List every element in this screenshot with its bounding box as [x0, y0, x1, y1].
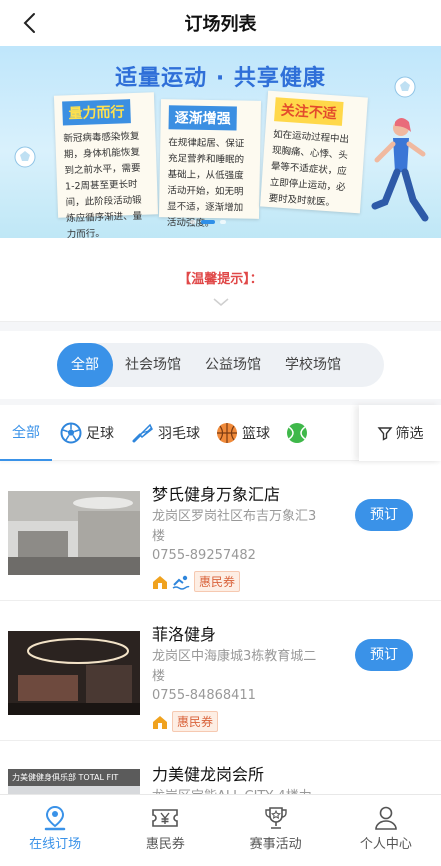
carousel-dot — [190, 220, 196, 224]
venue-name: 梦氏健身万象汇店 — [152, 485, 281, 504]
person-icon — [375, 806, 397, 830]
coupon-badge: 惠民券 — [172, 711, 219, 732]
sport-tab-tennis[interactable] — [278, 405, 316, 461]
page-title: 订场列表 — [184, 14, 257, 35]
back-button[interactable] — [14, 8, 44, 38]
tab-label: 在线订场 — [29, 837, 82, 852]
tab-label: 惠民券 — [145, 837, 185, 852]
banner-card: 关注不适 如在运动过程中出现胸痛、心悸、头晕等不适症状，应立即停止运动，必要时及… — [260, 90, 368, 214]
sport-tab-label: 羽毛球 — [158, 425, 200, 442]
sport-filter-bar: 全部 足球 羽毛球 篮球 筛选 — [0, 405, 441, 461]
banner-card-body: 在规律起居、保证充足营养和睡眠的基础上，从低强度活动开始，如无明显不适，逐渐增加… — [167, 137, 245, 229]
warm-tip-label: 【温馨提示】： — [178, 272, 263, 287]
expand-tip-toggle[interactable] — [0, 297, 441, 313]
section-divider — [0, 321, 441, 331]
sport-tab-basketball[interactable]: 篮球 — [208, 405, 278, 461]
segment-all[interactable]: 全部 — [57, 343, 113, 387]
venue-phone: 0755-89257482 — [152, 548, 256, 563]
carousel-indicator — [190, 220, 226, 224]
banner-card: 量力而行 新冠病毒感染恢复期，身体机能恢复到之前水平，需要1-2周甚至更长时间，… — [53, 92, 159, 238]
banner-card-heading: 量力而行 — [62, 99, 131, 126]
venue-address: 龙岗区罗岗社区布吉万象汇3楼 — [152, 509, 317, 544]
venue-address: 龙岗区中海康城3栋教育城二楼 — [152, 649, 317, 684]
venue-name: 力美健龙岗会所 — [152, 765, 265, 784]
banner-card-body: 如在运动过程中出现胸痛、心悸、头晕等不适症状，应立即停止运动，必要时及时就医。 — [268, 129, 350, 209]
sport-tab-label: 全部 — [12, 424, 40, 441]
runner-illustration-icon — [371, 118, 429, 222]
segment-public-venues[interactable]: 公益场馆 — [193, 343, 273, 387]
sport-tab-football[interactable]: 足球 — [52, 405, 122, 461]
health-banner[interactable]: 适量运动 · 共享健康 量力而行 新冠病毒感染恢复期，身体机能恢复到之前水平，需… — [0, 46, 441, 238]
back-arrow-icon — [23, 13, 35, 33]
filter-label: 筛选 — [395, 426, 424, 442]
venue-name: 菲洛健身 — [152, 625, 217, 644]
badminton-icon — [132, 423, 153, 442]
filter-button[interactable]: 筛选 — [359, 405, 441, 461]
sport-tab-label: 篮球 — [242, 425, 270, 442]
venue-list-item[interactable]: 梦氏健身万象汇店 龙岗区罗岗社区布吉万象汇3楼 0755-89257482 惠民… — [0, 461, 441, 601]
banner-title: 适量运动 · 共享健康 — [115, 66, 326, 91]
house-badge-icon — [153, 575, 167, 589]
venue-photo — [8, 631, 140, 715]
banner-card-body: 新冠病毒感染恢复期，身体机能恢复到之前水平，需要1-2周甚至更长时间，此阶段活动… — [63, 130, 143, 238]
basketball-icon — [217, 422, 237, 443]
banner-card-heading: 关注不适 — [274, 97, 344, 126]
swimming-icon — [172, 575, 190, 590]
tennis-ball-icon — [287, 422, 307, 443]
house-badge-icon — [153, 715, 167, 729]
book-button[interactable]: 预订 — [355, 499, 413, 531]
chevron-down-icon — [213, 298, 228, 306]
venue-photo-sign: 力美健健身俱乐部 TOTAL FIT — [8, 769, 140, 786]
football-icon — [60, 422, 82, 443]
filter-funnel-icon — [377, 427, 392, 441]
segment-social-venues[interactable]: 社会场馆 — [113, 343, 193, 387]
tab-profile[interactable]: 个人中心 — [331, 795, 441, 866]
tab-label: 赛事活动 — [249, 837, 302, 852]
venue-type-segment: 全部 社会场馆 公益场馆 学校场馆 — [0, 331, 441, 399]
venue-photo — [8, 491, 140, 575]
venue-phone: 0755-84868411 — [152, 688, 256, 703]
tab-coupons[interactable]: 惠民券 — [110, 795, 220, 866]
sport-tab-badminton[interactable]: 羽毛球 — [122, 405, 208, 461]
book-button[interactable]: 预订 — [355, 639, 413, 671]
sport-tab-label: 足球 — [86, 425, 114, 442]
ball-decoration-icon — [14, 146, 36, 168]
banner-card: 逐渐增强 在规律起居、保证充足营养和睡眠的基础上，从低强度活动开始，如无明显不适… — [158, 99, 262, 229]
top-bar: 订场列表 — [0, 0, 441, 46]
tab-online-booking[interactable]: 在线订场 — [0, 795, 110, 866]
location-person-icon — [44, 805, 66, 831]
bottom-tab-bar: 在线订场 惠民券 赛事活动 个人中心 — [0, 794, 441, 866]
tab-events[interactable]: 赛事活动 — [221, 795, 331, 866]
venue-list-page: 订场列表 适量运动 · 共享健康 量力而行 新冠病毒感染恢复期，身体机能恢复到之… — [0, 0, 441, 866]
banner-card-heading: 逐渐增强 — [168, 105, 237, 131]
yen-ticket-icon — [152, 809, 179, 827]
tab-label: 个人中心 — [359, 837, 412, 852]
venue-tags: 惠民券 — [152, 711, 219, 732]
segment-school-venues[interactable]: 学校场馆 — [273, 343, 353, 387]
trophy-icon — [264, 807, 287, 829]
venue-list-item[interactable]: 菲洛健身 龙岗区中海康城3栋教育城二楼 0755-84868411 惠民券 预订 — [0, 601, 441, 741]
sport-tab-all[interactable]: 全部 — [0, 405, 52, 461]
venue-tags: 惠民券 — [152, 571, 241, 592]
coupon-badge: 惠民券 — [194, 571, 241, 592]
carousel-dot — [220, 220, 226, 224]
carousel-dot-active — [201, 220, 215, 224]
